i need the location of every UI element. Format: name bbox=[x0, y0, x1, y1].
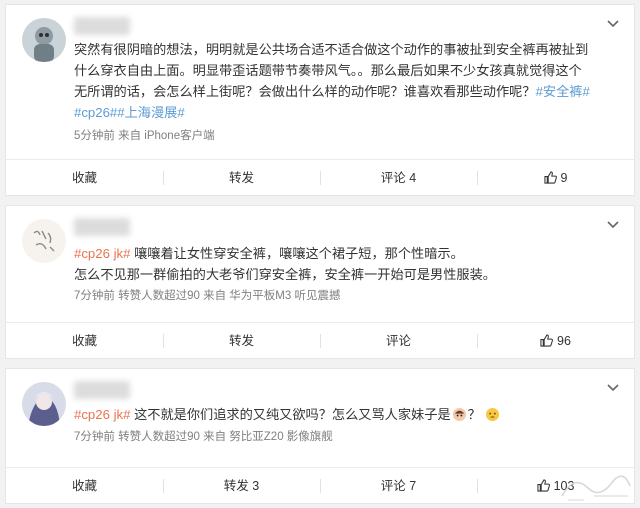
topic-link[interactable]: #上海漫展# bbox=[117, 105, 184, 120]
avatar[interactable] bbox=[22, 18, 66, 62]
collect-button[interactable]: 收藏 bbox=[6, 160, 163, 196]
post-meta: 5分钟前 来自 iPhone客户端 bbox=[74, 130, 215, 142]
thumbs-up-icon bbox=[540, 333, 553, 347]
username-blurred[interactable] bbox=[74, 17, 130, 35]
like-button[interactable]: 96 bbox=[477, 323, 634, 359]
topic-link[interactable]: #cp26 jk# bbox=[74, 246, 130, 261]
thumbs-up-icon bbox=[543, 170, 557, 184]
avatar[interactable] bbox=[22, 219, 66, 263]
emoji-icon bbox=[452, 407, 466, 422]
post-text: #cp26 jk# 嚷嚷着让女性穿安全裤，嚷嚷这个裙子短，那个性暗示。 怎么不见… bbox=[74, 246, 496, 282]
chevron-down-icon[interactable] bbox=[606, 381, 620, 395]
action-bar: 收藏 转发 3 评论 7 103 bbox=[6, 467, 634, 503]
chevron-down-icon[interactable] bbox=[606, 17, 620, 31]
repost-button[interactable]: 转发 3 bbox=[163, 468, 320, 504]
post-text: #cp26 jk# 这不就是你们追求的又纯又欲吗？怎么又骂人家妹子是？ bbox=[74, 404, 634, 425]
repost-button[interactable]: 转发 bbox=[163, 323, 320, 359]
post-card-2: #cp26 jk# 嚷嚷着让女性穿安全裤，嚷嚷这个裙子短，那个性暗示。 怎么不见… bbox=[5, 205, 635, 359]
topic-link[interactable]: #cp26 jk# bbox=[74, 407, 130, 422]
thumbs-up-icon bbox=[536, 478, 550, 492]
repost-button[interactable]: 转发 bbox=[163, 160, 320, 196]
emoji-icon bbox=[486, 407, 500, 422]
action-bar: 收藏 转发 评论 4 9 bbox=[6, 159, 634, 195]
collect-button[interactable]: 收藏 bbox=[6, 468, 163, 504]
topic-link[interactable]: #cp26# bbox=[74, 105, 117, 120]
avatar[interactable] bbox=[22, 382, 66, 426]
username-blurred[interactable] bbox=[74, 218, 130, 236]
post-meta: 7分钟前 转赞人数超过90 来自 华为平板M3 听见震撼 bbox=[74, 290, 341, 302]
topic-link[interactable]: #安全裤# bbox=[536, 84, 590, 99]
comment-button[interactable]: 评论 4 bbox=[320, 160, 477, 196]
action-bar: 收藏 转发 评论 96 bbox=[6, 322, 634, 358]
chevron-down-icon[interactable] bbox=[606, 218, 620, 232]
post-card-1: 突然有很阴暗的想法，明明就是公共场合适不适合做这个动作的事被扯到安全裤再被扯到什… bbox=[5, 4, 635, 196]
comment-button[interactable]: 评论 7 bbox=[320, 468, 477, 504]
post-text: 突然有很阴暗的想法，明明就是公共场合适不适合做这个动作的事被扯到安全裤再被扯到什… bbox=[74, 42, 590, 120]
post-meta: 7分钟前 转赞人数超过90 来自 努比亚Z20 影像旗舰 bbox=[74, 431, 333, 443]
like-button[interactable]: 9 bbox=[477, 160, 634, 196]
collect-button[interactable]: 收藏 bbox=[6, 323, 163, 359]
username-blurred[interactable] bbox=[74, 381, 130, 399]
comment-button[interactable]: 评论 bbox=[320, 323, 477, 359]
watermark-logo bbox=[561, 475, 631, 501]
post-card-3: #cp26 jk# 这不就是你们追求的又纯又欲吗？怎么又骂人家妹子是？ 7分钟前… bbox=[5, 368, 635, 504]
